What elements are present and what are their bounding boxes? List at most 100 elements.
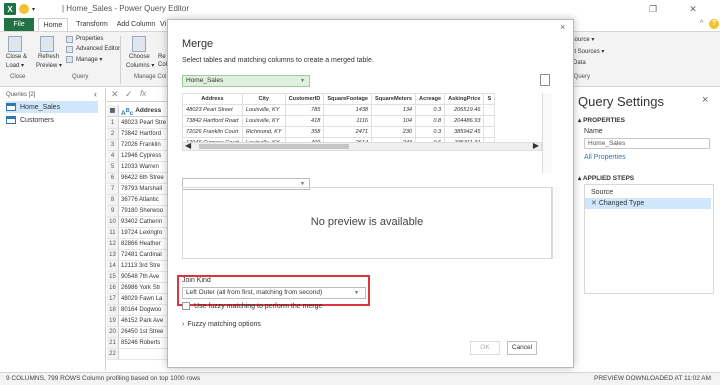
preview-cell: [483, 115, 496, 127]
file-preview-icon[interactable]: [540, 74, 550, 86]
address-cell[interactable]: 78793 Marshall: [119, 184, 162, 194]
status-rows-columns: 9 COLUMNS, 799 ROWS: [6, 375, 81, 382]
preview-cell: 206519.46: [444, 104, 485, 116]
preview-column-header[interactable]: AskingPrice: [444, 93, 485, 105]
remove-columns-dropdown[interactable]: Col: [158, 62, 167, 68]
address-cell[interactable]: [119, 349, 121, 359]
preview-cell: Louisville, KY: [241, 104, 286, 116]
preview-vertical-scrollbar[interactable]: [542, 93, 552, 173]
address-cell[interactable]: 26986 York Str: [119, 283, 160, 293]
address-cell[interactable]: 85246 Roberts: [119, 338, 160, 348]
column-header-address[interactable]: Address: [133, 105, 161, 116]
collapse-queries-icon[interactable]: ‹: [94, 89, 97, 99]
address-cell[interactable]: 26450 1st Stree: [119, 327, 163, 337]
address-cell[interactable]: 12113 3rd Stre: [119, 261, 160, 271]
remove-columns-button[interactable]: Re: [158, 54, 166, 60]
address-cell[interactable]: 72026 Franklin: [119, 140, 161, 150]
choose-columns-dropdown[interactable]: Columns ▾: [126, 62, 154, 69]
advanced-editor-button[interactable]: Advanced Editor: [76, 46, 120, 52]
close-load-dropdown[interactable]: Load ▾: [6, 62, 24, 69]
address-cell[interactable]: 12946 Cypress: [119, 151, 161, 161]
status-profiling[interactable]: Column profiling based on top 1000 rows: [82, 373, 200, 385]
address-cell[interactable]: 36776 Atlantic: [119, 195, 159, 205]
all-properties-link[interactable]: All Properties: [584, 154, 626, 161]
close-load-button[interactable]: Close &: [6, 54, 27, 60]
address-cell[interactable]: 90548 7th Ave: [119, 272, 159, 282]
tab-add-column[interactable]: Add Column: [114, 18, 158, 31]
address-cell[interactable]: 72481 Cardinal: [119, 250, 162, 260]
step-source[interactable]: Source: [585, 187, 711, 198]
address-cell[interactable]: 46152 Park Ave: [119, 316, 163, 326]
quick-access-dropdown-icon[interactable]: ▾: [32, 6, 35, 13]
no-preview-text: No preview is available: [310, 216, 424, 228]
cancel-button[interactable]: Cancel: [507, 341, 537, 355]
cancel-formula-icon[interactable]: ✕: [111, 89, 119, 100]
choose-columns-button[interactable]: Choose: [129, 54, 150, 60]
queries-pane: Queries [2] ‹ Home_Sales Customers: [0, 88, 106, 370]
ok-button[interactable]: OK: [470, 341, 500, 355]
row-number: 16: [107, 283, 119, 293]
close-dialog-icon[interactable]: ×: [560, 22, 565, 32]
restore-window-icon[interactable]: ❐: [646, 3, 660, 15]
query-item-customers[interactable]: Customers: [6, 114, 98, 126]
preview-column-header[interactable]: S: [483, 93, 496, 105]
scroll-left-icon[interactable]: ◀: [185, 141, 191, 150]
properties-section-header[interactable]: ▴ PROPERTIES: [578, 116, 625, 124]
fuzzy-matching-checkbox[interactable]: [182, 302, 190, 310]
tab-transform[interactable]: Transform: [72, 18, 112, 31]
preview-column-header[interactable]: Address: [182, 93, 243, 105]
address-cell[interactable]: 93402 Catherin: [119, 217, 162, 227]
fuzzy-options-expander[interactable]: › Fuzzy matching options: [182, 321, 261, 328]
properties-button[interactable]: Properties: [76, 36, 103, 42]
address-cell[interactable]: 96422 6th Stree: [119, 173, 164, 183]
delete-step-icon[interactable]: ✕: [591, 200, 597, 207]
preview-cell: 73842 Hartford Road: [182, 115, 243, 127]
refresh-preview-dropdown[interactable]: Preview ▾: [36, 62, 62, 69]
preview-cell: 418: [284, 115, 325, 127]
preview-cell: [483, 126, 496, 138]
address-cell[interactable]: 48029 Fawn La: [119, 294, 162, 304]
fuzzy-options-label: Fuzzy matching options: [187, 321, 261, 328]
first-table-select[interactable]: Home_Sales ▼: [182, 75, 310, 87]
smiley-feedback-icon[interactable]: [19, 4, 29, 14]
preview-column-header[interactable]: SquareFootage: [323, 93, 373, 105]
row-number: 6: [107, 173, 119, 183]
help-icon[interactable]: ?: [709, 19, 719, 29]
address-cell[interactable]: 82866 Heather: [119, 239, 161, 249]
title-bar: X ▾ | Home_Sales - Power Query Editor ❐ …: [0, 0, 720, 18]
close-window-icon[interactable]: ✕: [686, 3, 700, 15]
applied-steps-header[interactable]: ▴ APPLIED STEPS: [578, 174, 634, 182]
join-kind-select[interactable]: Left Outer (all from first, matching fro…: [182, 287, 366, 299]
preview-column-header[interactable]: Acreage: [415, 93, 446, 105]
step-changed-type[interactable]: ✕ Changed Type: [585, 198, 711, 209]
preview-cell: 230: [371, 126, 417, 138]
address-cell[interactable]: 19724 Lexingto: [119, 228, 162, 238]
fuzzy-matching-option[interactable]: Use fuzzy matching to perform the merge: [182, 302, 322, 310]
address-cell[interactable]: 48023 Pearl Stre: [119, 118, 166, 128]
address-cell[interactable]: 73842 Hartford: [119, 129, 161, 139]
second-preview-scrollbar[interactable]: [552, 187, 560, 259]
select-all-icon[interactable]: ▦: [107, 105, 119, 116]
dialog-title: Merge: [182, 38, 214, 50]
scroll-thumb[interactable]: [199, 144, 349, 149]
address-cell[interactable]: 12033 Warren: [119, 162, 159, 172]
address-cell[interactable]: 80164 Dogwoo: [119, 305, 161, 315]
tab-file[interactable]: File: [4, 18, 34, 31]
tab-home[interactable]: Home: [38, 18, 68, 31]
preview-column-header[interactable]: City: [241, 93, 286, 105]
collapse-ribbon-icon[interactable]: ^: [700, 20, 703, 27]
refresh-preview-button[interactable]: Refresh: [38, 54, 59, 60]
query-name-input[interactable]: Home_Sales: [584, 138, 710, 149]
commit-formula-icon[interactable]: ✓: [125, 89, 133, 100]
preview-column-header[interactable]: CustomerID: [284, 93, 325, 105]
close-settings-icon[interactable]: ×: [702, 94, 708, 106]
row-number: 4: [107, 151, 119, 161]
address-cell[interactable]: 79180 Sherwoo: [119, 206, 163, 216]
query-item-home-sales[interactable]: Home_Sales: [6, 101, 98, 113]
row-number: 12: [107, 239, 119, 249]
preview-horizontal-scrollbar[interactable]: ◀ ▶: [182, 141, 542, 151]
manage-button[interactable]: Manage ▾: [76, 56, 102, 63]
scroll-right-icon[interactable]: ▶: [533, 141, 539, 150]
preview-column-header[interactable]: SquareMeters: [371, 93, 417, 105]
column-type-icon[interactable]: ABc: [119, 105, 133, 117]
